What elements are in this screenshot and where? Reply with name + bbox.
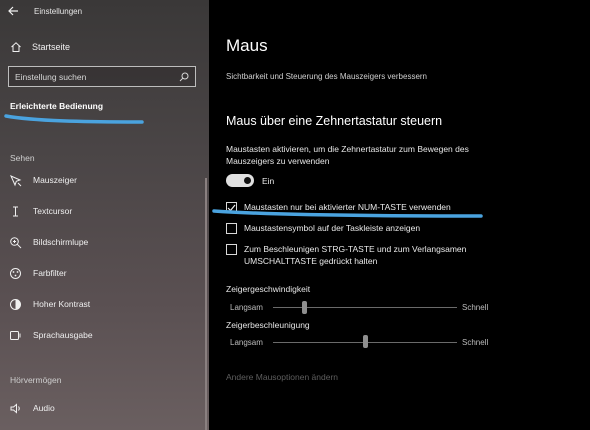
search-input[interactable]	[15, 71, 179, 82]
narrator-icon	[9, 329, 22, 342]
sidebar-item-hoher-kontrast[interactable]: Hoher Kontrast	[0, 294, 209, 314]
sidebar-item-label: Textcursor	[33, 206, 73, 216]
slider-max-label: Schnell	[462, 303, 489, 312]
toggle-knob	[244, 177, 251, 184]
nav-home[interactable]: Startseite	[0, 37, 209, 57]
highlight-underline	[4, 114, 144, 124]
window-title: Einstellungen	[34, 6, 83, 16]
speaker-icon	[9, 402, 22, 415]
section-title: Maus über eine Zehnertastatur steuern	[226, 114, 443, 128]
slider-max-label: Schnell	[462, 338, 489, 347]
checkbox-box[interactable]	[226, 244, 237, 255]
slider-thumb-speed[interactable]	[301, 301, 307, 314]
mouse-pointer-icon	[9, 174, 22, 187]
slider-min-label: Langsam	[230, 303, 263, 312]
sidebar-item-mauszeiger[interactable]: Mauszeiger	[0, 170, 209, 190]
sidebar-item-bildschirmlupe[interactable]: Bildschirmlupe	[0, 232, 209, 252]
section-description: Maustasten aktivieren, um die Zehnertast…	[226, 144, 469, 166]
text-cursor-icon	[9, 205, 22, 218]
checkbox-label: Zum Beschleunigen STRG-TASTE und zum Ver…	[244, 244, 467, 266]
sidebar-item-label: Mauszeiger	[33, 175, 77, 185]
highlight-underline	[212, 209, 483, 218]
slider-title-acceleration: Zeigerbeschleunigung	[226, 320, 310, 330]
sidebar-item-textcursor[interactable]: Textcursor	[0, 201, 209, 221]
back-button[interactable]	[0, 0, 26, 22]
checkbox-box[interactable]	[226, 223, 237, 234]
main-content: Maus Sichtbarkeit und Steuerung des Maus…	[209, 0, 590, 430]
high-contrast-icon	[9, 298, 22, 311]
group-label-hoervermoegen: Hörvermögen	[10, 375, 62, 385]
sidebar-item-sprachausgabe[interactable]: Sprachausgabe	[0, 325, 209, 345]
slider-title-speed: Zeigergeschwindigkeit	[226, 284, 311, 294]
page-title: Maus	[226, 36, 268, 55]
sidebar-scrollbar[interactable]	[205, 178, 207, 430]
slider-min-label: Langsam	[230, 338, 263, 347]
sidebar-item-audio[interactable]: Audio	[0, 398, 209, 418]
slider-track-speed[interactable]	[273, 307, 457, 308]
mouse-keys-toggle[interactable]	[226, 174, 254, 187]
search-icon[interactable]	[179, 72, 189, 82]
sidebar-item-label: Farbfilter	[33, 268, 67, 278]
more-mouse-options-link[interactable]: Andere Mausoptionen ändern	[226, 372, 338, 382]
toggle-state-label: Ein	[262, 176, 275, 186]
category-title: Erleichterte Bedienung	[10, 101, 104, 111]
search-box	[8, 66, 196, 87]
sidebar: Einstellungen Startseite Erleichterte Be…	[0, 0, 209, 430]
group-label-sehen: Sehen	[10, 153, 35, 163]
sidebar-item-label: Hoher Kontrast	[33, 299, 91, 309]
back-arrow-icon	[7, 6, 18, 16]
sidebar-item-label: Sprachausgabe	[33, 330, 93, 340]
magnifier-icon	[9, 236, 22, 249]
checkbox-ctrl-shift[interactable]: Zum Beschleunigen STRG-TASTE und zum Ver…	[226, 243, 504, 267]
sidebar-item-farbfilter[interactable]: Farbfilter	[0, 263, 209, 283]
home-icon	[9, 41, 22, 54]
page-subtitle: Sichtbarkeit und Steuerung des Mauszeige…	[226, 72, 427, 81]
sidebar-item-label: Audio	[33, 403, 55, 413]
title-bar: Einstellungen	[0, 0, 209, 22]
checkbox-taskbar-icon[interactable]: Maustastensymbol auf der Taskleiste anze…	[226, 222, 504, 234]
nav-home-label: Startseite	[32, 42, 71, 52]
checkbox-label: Maustastensymbol auf der Taskleiste anze…	[244, 223, 421, 233]
slider-thumb-acceleration[interactable]	[362, 335, 368, 348]
color-filter-icon	[9, 267, 22, 280]
sidebar-item-label: Bildschirmlupe	[33, 237, 89, 247]
